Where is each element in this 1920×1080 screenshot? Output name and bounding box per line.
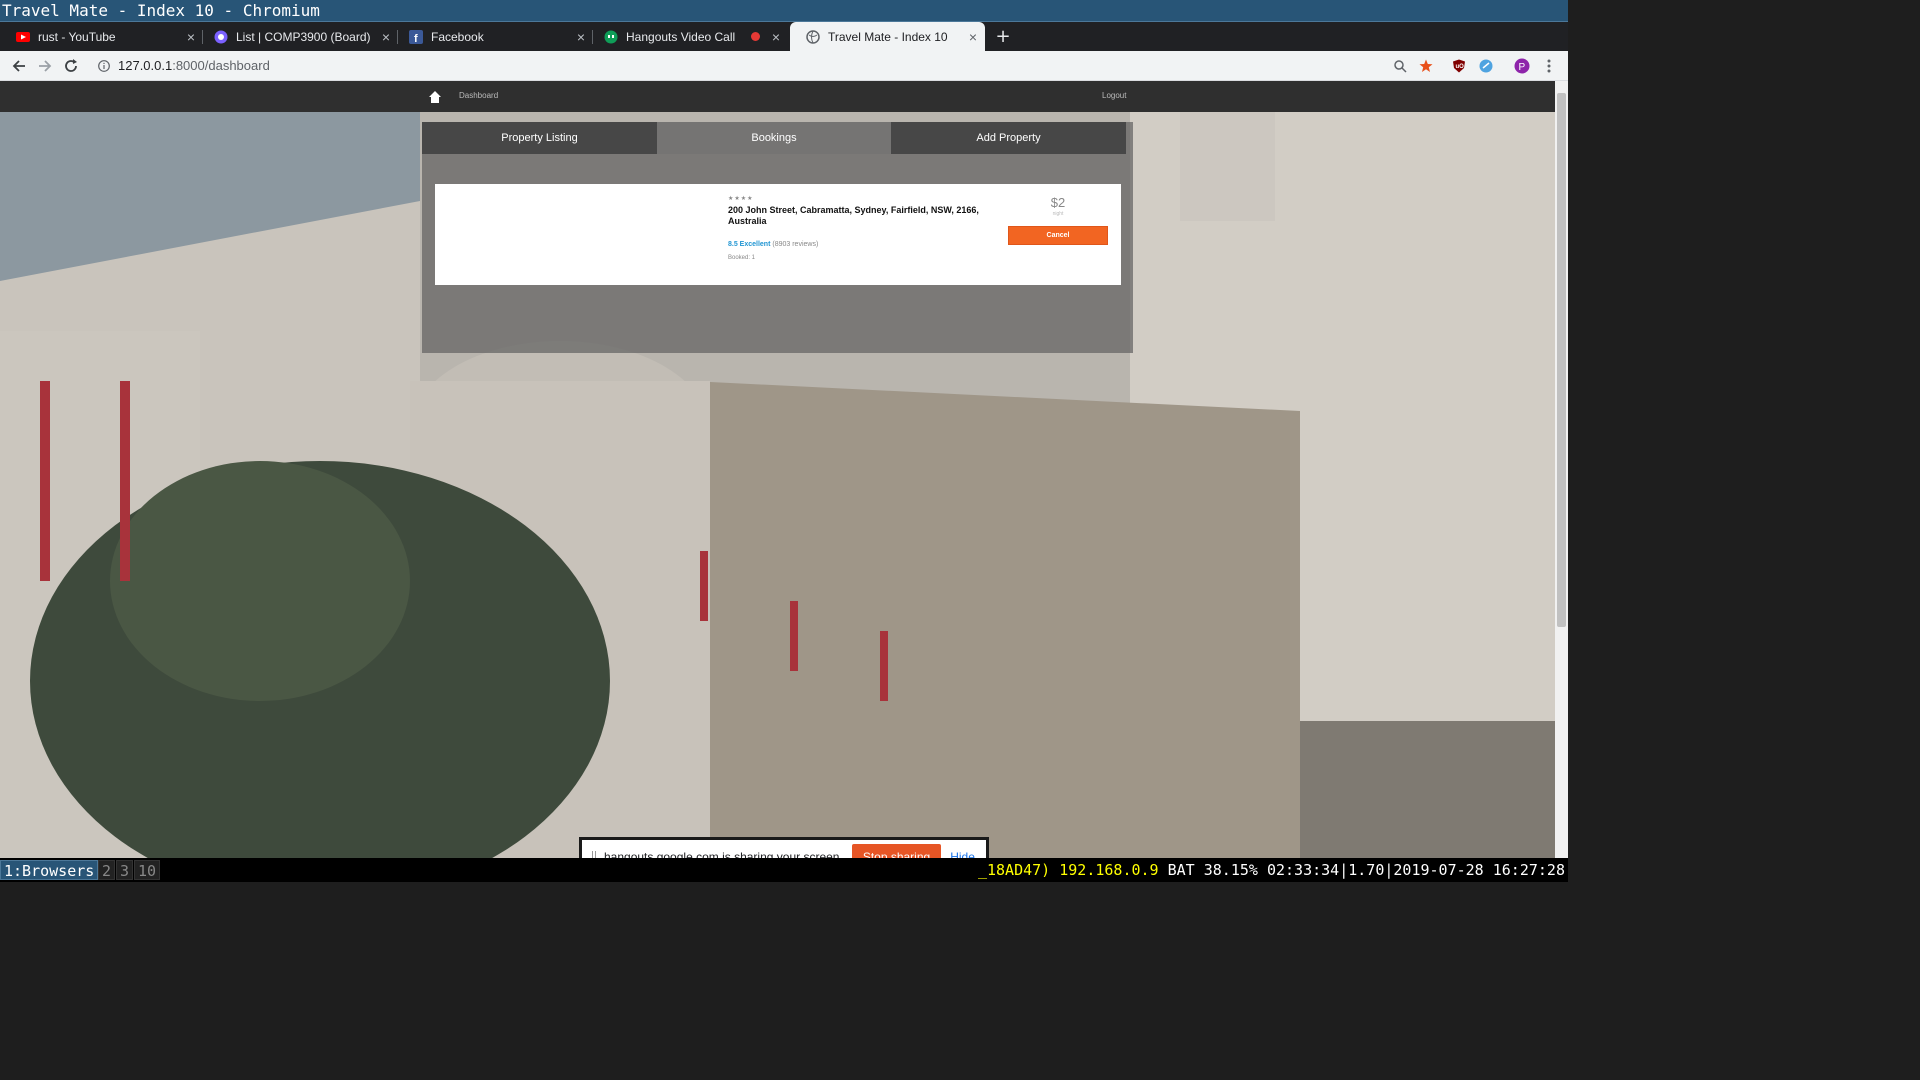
browser-toolbar: 127.0.0.1:8000/dashboard uO P <box>0 51 1568 81</box>
tab-travel-mate[interactable]: Travel Mate - Index 10 × <box>790 22 985 51</box>
hangouts-icon <box>604 30 618 44</box>
page-viewport: Dashboard Logout Property Listing Bookin… <box>0 81 1555 858</box>
load-average: 1.70 <box>1348 861 1385 879</box>
network-status: _18AD47) 192.168.0.9 <box>977 861 1159 879</box>
tab-title: Hangouts Video Call <box>626 29 736 44</box>
workspace-3[interactable]: 3 <box>116 860 134 880</box>
review-count: (8903 reviews) <box>772 241 819 248</box>
review-summary: 8.5 Excellent (8903 reviews) <box>728 241 818 248</box>
nav-dashboard-link[interactable]: Dashboard <box>459 91 498 100</box>
close-icon[interactable]: × <box>965 29 981 45</box>
extension-icon[interactable] <box>1475 55 1497 77</box>
dashboard-panel: Property Listing Bookings Add Property ★… <box>422 122 1133 353</box>
globe-icon <box>806 29 820 44</box>
scrollbar-thumb[interactable] <box>1557 93 1566 627</box>
tab-title: rust - YouTube <box>38 29 116 44</box>
price-unit: night <box>1052 211 1064 217</box>
window-title: Travel Mate - Index 10 - Chromium <box>0 0 1568 22</box>
review-score: 8.5 Excellent <box>728 241 771 248</box>
profile-avatar[interactable]: P <box>1511 55 1533 77</box>
close-icon[interactable]: × <box>183 29 199 45</box>
price: $2 <box>1050 195 1066 210</box>
close-icon[interactable]: × <box>768 29 784 45</box>
close-icon[interactable]: × <box>378 29 394 45</box>
clock: 2019-07-28 16:27:28 <box>1393 861 1565 879</box>
back-icon[interactable] <box>8 55 30 77</box>
url-host: 127.0.0.1 <box>118 58 173 73</box>
tab-strip: rust - YouTube × List | COMP3900 (Board)… <box>0 22 1568 51</box>
board-icon <box>214 30 228 44</box>
tab-bookings[interactable]: Bookings <box>657 122 891 154</box>
nav-logout-link[interactable]: Logout <box>1102 91 1126 100</box>
recording-icon <box>751 32 760 41</box>
tab-title: List | COMP3900 (Board) <box>236 29 371 44</box>
tab-add-property[interactable]: Add Property <box>891 122 1126 154</box>
menu-icon[interactable] <box>1538 55 1560 77</box>
property-address: 200 John Street, Cabramatta, Sydney, Fai… <box>728 205 979 226</box>
wm-status-bar: 1:Browsers 2 3 10 _18AD47) 192.168.0.9 B… <box>0 858 1568 882</box>
booking-card: ★★★★ 200 John Street, Cabramatta, Sydney… <box>435 184 1121 285</box>
tab-hangouts[interactable]: Hangouts Video Call × <box>588 22 788 51</box>
workspace-2[interactable]: 2 <box>98 860 116 880</box>
forward-icon[interactable] <box>34 55 56 77</box>
property-image <box>435 184 715 285</box>
info-icon[interactable] <box>93 55 115 77</box>
site-navbar: Dashboard Logout <box>0 81 1555 112</box>
tab-facebook[interactable]: f Facebook × <box>393 22 593 51</box>
tab-board[interactable]: List | COMP3900 (Board) × <box>198 22 398 51</box>
youtube-icon <box>16 30 30 44</box>
svg-text:uO: uO <box>1456 64 1465 70</box>
page-scrollbar[interactable] <box>1555 81 1568 858</box>
booked-count: Booked: 1 <box>728 255 756 261</box>
svg-text:f: f <box>414 33 418 44</box>
star-rating: ★★★★ <box>728 195 754 202</box>
bookmark-star-icon[interactable] <box>1415 55 1437 77</box>
tab-youtube[interactable]: rust - YouTube × <box>0 22 203 51</box>
tab-title: Travel Mate - Index 10 <box>828 29 948 44</box>
ublock-icon[interactable]: uO <box>1448 55 1470 77</box>
workspace-10[interactable]: 10 <box>134 860 161 880</box>
zoom-icon[interactable] <box>1389 55 1411 77</box>
battery-status: BAT 38.15% 02:33:34 <box>1167 861 1340 879</box>
cancel-booking-button[interactable]: Cancel <box>1008 226 1108 245</box>
close-icon[interactable]: × <box>573 29 589 45</box>
tab-title: Facebook <box>431 29 484 44</box>
new-tab-button[interactable]: + <box>993 22 1013 51</box>
address-bar[interactable]: 127.0.0.1:8000/dashboard <box>118 58 270 73</box>
url-path: :8000/dashboard <box>172 58 270 73</box>
home-icon[interactable] <box>428 89 442 103</box>
workspace-1[interactable]: 1:Browsers <box>0 860 99 880</box>
facebook-icon: f <box>409 29 423 44</box>
status-info: _18AD47) 192.168.0.9 BAT 38.15% 02:33:34… <box>977 861 1565 879</box>
svg-text:P: P <box>1519 62 1526 73</box>
reload-icon[interactable] <box>60 55 82 77</box>
tab-property-listing[interactable]: Property Listing <box>422 122 657 154</box>
